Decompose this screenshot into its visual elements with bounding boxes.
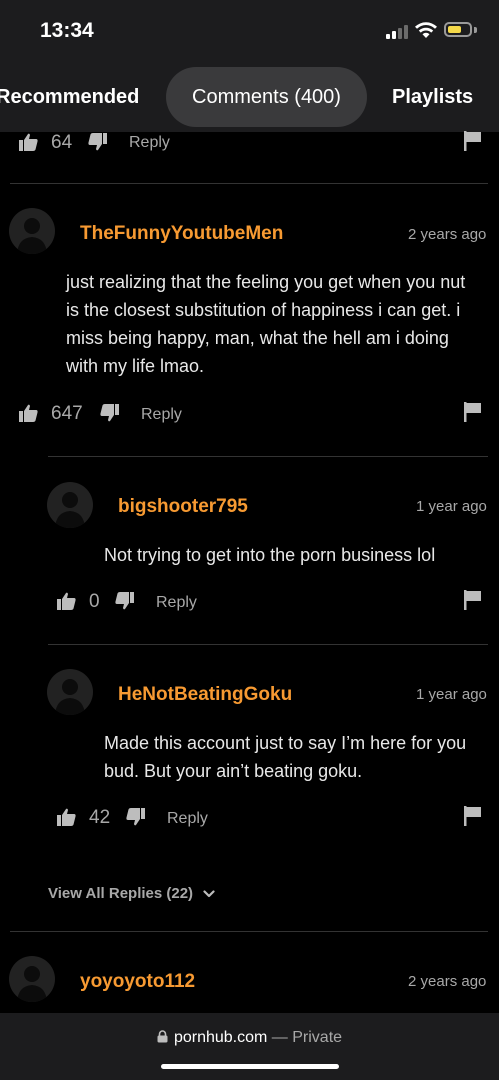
signal-icon bbox=[386, 25, 410, 39]
avatar[interactable] bbox=[9, 208, 55, 254]
view-all-replies-link[interactable]: View All Replies (22) bbox=[48, 885, 215, 902]
reply-button[interactable]: Reply bbox=[129, 134, 170, 152]
browser-url-bar[interactable]: pornhub.com — Private bbox=[0, 1013, 499, 1080]
comment-timestamp: 1 year ago bbox=[416, 686, 487, 703]
comment-text: Made this account just to say I’m here f… bbox=[104, 733, 467, 781]
url-text: pornhub.com — Private bbox=[0, 1029, 499, 1047]
lock-icon bbox=[157, 1030, 168, 1043]
comment-username[interactable]: HeNotBeatingGoku bbox=[118, 684, 292, 706]
thumbs-down-icon[interactable] bbox=[100, 403, 120, 423]
url-mode: Private bbox=[292, 1029, 343, 1046]
reply-button[interactable]: Reply bbox=[141, 406, 182, 424]
avatar[interactable] bbox=[9, 956, 55, 1002]
comment-username[interactable]: bigshooter795 bbox=[118, 496, 248, 518]
avatar[interactable] bbox=[47, 482, 93, 528]
thumbs-up-icon[interactable] bbox=[56, 807, 76, 827]
reply-button[interactable]: Reply bbox=[167, 810, 208, 828]
status-time: 13:34 bbox=[40, 19, 94, 42]
flag-icon[interactable] bbox=[463, 131, 483, 151]
like-count: 42 bbox=[89, 807, 111, 828]
wifi-icon bbox=[414, 20, 438, 40]
thumbs-down-icon[interactable] bbox=[126, 807, 146, 827]
comment-text: just realizing that the feeling you get … bbox=[66, 272, 466, 376]
thumbs-up-icon[interactable] bbox=[18, 132, 38, 152]
flag-icon[interactable] bbox=[463, 590, 483, 610]
battery-icon bbox=[444, 22, 472, 37]
tab-comments[interactable]: Comments (400) bbox=[166, 67, 367, 127]
thumbs-up-icon[interactable] bbox=[56, 591, 76, 611]
comment-username[interactable]: TheFunnyYoutubeMen bbox=[80, 223, 283, 245]
divider bbox=[48, 644, 488, 645]
comment-username[interactable]: yoyoyoto112 bbox=[80, 971, 195, 993]
comment-timestamp: 2 years ago bbox=[408, 973, 487, 990]
thumbs-down-icon[interactable] bbox=[115, 591, 135, 611]
divider bbox=[10, 183, 488, 184]
divider bbox=[48, 456, 488, 457]
flag-icon[interactable] bbox=[463, 402, 483, 422]
like-count: 647 bbox=[51, 403, 83, 424]
chevron-down-icon bbox=[203, 890, 215, 898]
url-separator: — bbox=[267, 1029, 293, 1046]
flag-icon[interactable] bbox=[463, 806, 483, 826]
tab-recommended[interactable]: Recommended bbox=[0, 62, 139, 132]
like-count: 64 bbox=[51, 132, 73, 153]
thumbs-up-icon[interactable] bbox=[18, 403, 38, 423]
url-domain: pornhub.com bbox=[173, 1029, 268, 1046]
reply-button[interactable]: Reply bbox=[156, 594, 197, 612]
view-all-replies-label: View All Replies (22) bbox=[48, 885, 194, 902]
comment-timestamp: 2 years ago bbox=[408, 226, 487, 243]
battery-cap bbox=[474, 27, 477, 33]
status-bar: 13:34 bbox=[0, 0, 499, 62]
divider bbox=[10, 931, 488, 932]
tab-playlists[interactable]: Playlists bbox=[392, 62, 473, 132]
avatar[interactable] bbox=[47, 669, 93, 715]
comment-text: Not trying to get into the porn business… bbox=[104, 545, 436, 565]
comment-timestamp: 1 year ago bbox=[416, 498, 487, 515]
like-count: 0 bbox=[89, 591, 100, 612]
home-indicator bbox=[161, 1064, 339, 1069]
thumbs-down-icon[interactable] bbox=[88, 132, 108, 152]
